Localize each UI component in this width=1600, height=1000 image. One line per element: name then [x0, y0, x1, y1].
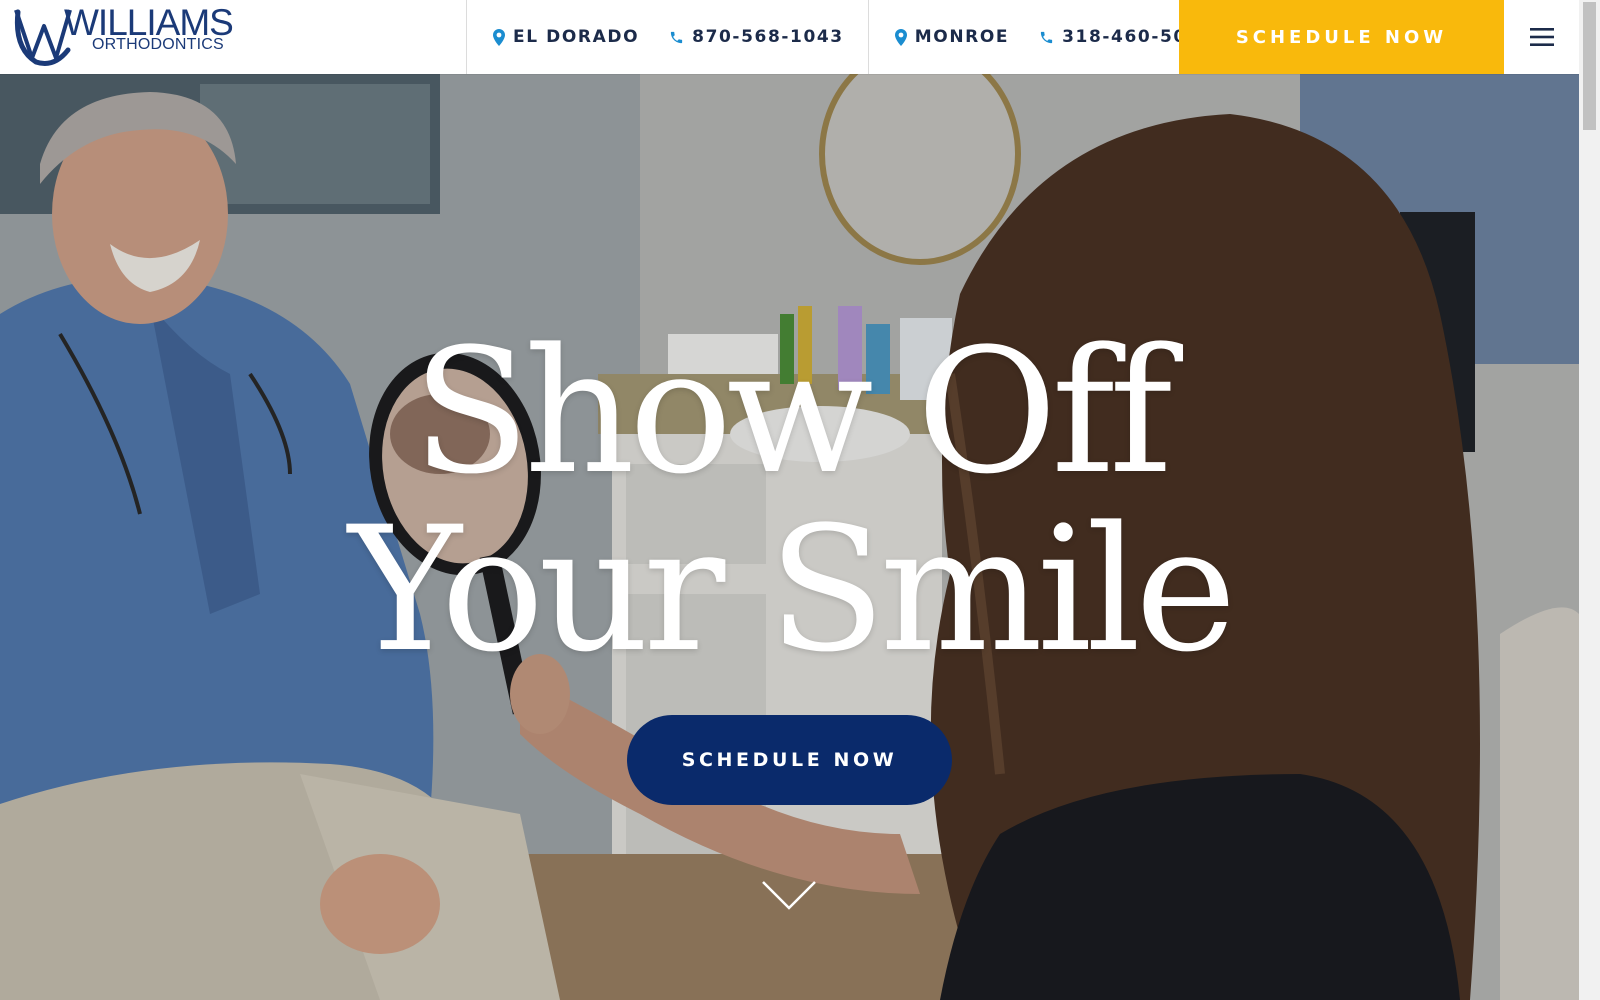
hamburger-menu-button[interactable] [1504, 0, 1579, 74]
location-city: EL DORADO [513, 27, 640, 47]
phone-icon [1040, 31, 1053, 43]
chevron-down-icon [762, 881, 816, 910]
logo-w-mark [14, 9, 72, 66]
hero-section: Show Off Your Smile SCHEDULE NOW [0, 74, 1579, 1000]
page-scrollbar[interactable] [1579, 0, 1600, 1000]
logo[interactable]: WILLIAMS ORTHODONTICS [0, 0, 466, 74]
logo-subtitle: ORTHODONTICS [92, 36, 224, 53]
scrollbar-thumb[interactable] [1583, 2, 1596, 130]
location-city: MONROE [914, 27, 1010, 47]
phone-number: 870-568-1043 [692, 27, 844, 47]
location-el-dorado: EL DORADO 870-568-1043 [466, 0, 868, 74]
map-pin-icon [894, 28, 907, 46]
phone-link-el-dorado[interactable]: 870-568-1043 [669, 27, 844, 47]
site-header: WILLIAMS ORTHODONTICS EL DORADO 870-568-… [0, 0, 1579, 74]
hero-title-line-1: Show Off [412, 311, 1172, 512]
location-link-monroe[interactable]: MONROE [894, 27, 1010, 47]
location-link-el-dorado[interactable]: EL DORADO [493, 27, 639, 47]
hamburger-menu-icon [1529, 28, 1554, 46]
hero-title-line-2: Your Smile [348, 489, 1237, 690]
schedule-now-hero-button[interactable]: SCHEDULE NOW [627, 715, 952, 805]
map-pin-icon [493, 28, 505, 46]
scroll-down-button[interactable] [761, 880, 817, 915]
phone-icon [671, 31, 683, 43]
schedule-now-header-button[interactable]: SCHEDULE NOW [1179, 0, 1504, 74]
